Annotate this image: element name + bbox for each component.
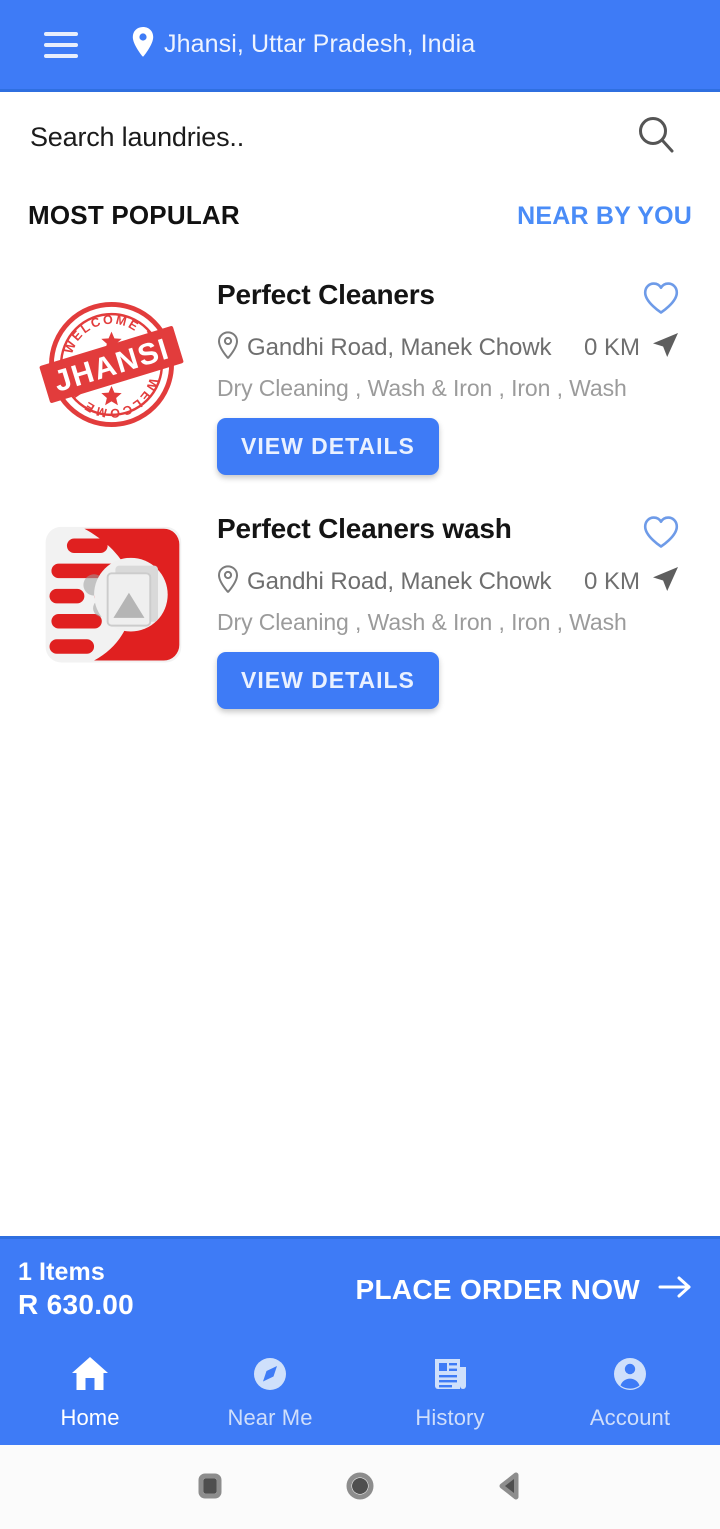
list-item[interactable]: Perfect Cleaners wash Gandhi Road, Manek… — [0, 513, 720, 709]
list-item-body: Perfect Cleaners Gandhi Road, Manek Chow… — [189, 279, 694, 475]
search-bar[interactable] — [0, 92, 720, 182]
newspaper-icon — [430, 1355, 470, 1398]
list-item[interactable]: WELCOME TO WELCOME TO JHANSI — [0, 279, 720, 475]
square-recents-button[interactable] — [195, 1468, 225, 1507]
laundry-name: Perfect Cleaners wash — [217, 513, 512, 544]
circle-home-button[interactable] — [345, 1468, 375, 1507]
list-item-title-row: Perfect Cleaners wash — [217, 513, 694, 554]
home-icon — [70, 1355, 110, 1398]
map-pin-icon — [132, 27, 154, 62]
compass-icon — [250, 1355, 290, 1398]
view-details-button[interactable]: VIEW DETAILS — [217, 418, 439, 475]
distance-group: 0 KM — [584, 330, 680, 365]
app-screen: Jhansi, Uttar Pradesh, India MOST POPULA… — [0, 0, 720, 1529]
place-order-label: PLACE ORDER NOW — [355, 1273, 640, 1305]
location-selector[interactable]: Jhansi, Uttar Pradesh, India — [132, 27, 475, 62]
section-title-most-popular: MOST POPULAR — [28, 200, 240, 230]
laundry-services: Dry Cleaning , Wash & Iron , Iron , Wash — [217, 375, 627, 401]
place-order-button[interactable]: PLACE ORDER NOW — [356, 1274, 695, 1306]
nav-label-history: History — [415, 1404, 485, 1430]
laundry-logo-jhansi-stamp: WELCOME TO WELCOME TO JHANSI — [34, 287, 189, 442]
nav-item-home[interactable]: Home — [0, 1355, 180, 1431]
laundry-distance: 0 KM — [583, 567, 640, 595]
navigation-arrow-icon[interactable] — [650, 330, 680, 365]
arrow-right-icon — [658, 1274, 694, 1305]
person-icon — [610, 1355, 650, 1398]
nav-label-near-me: Near Me — [227, 1404, 313, 1430]
list-item-body: Perfect Cleaners wash Gandhi Road, Manek… — [189, 513, 694, 709]
nav-item-account[interactable]: Account — [540, 1355, 720, 1431]
cart-total-amount: R 630.00 — [18, 1288, 135, 1320]
triangle-back-button[interactable] — [495, 1468, 525, 1507]
map-pin-outline-icon — [217, 331, 239, 364]
laundry-distance: 0 KM — [583, 333, 640, 361]
laundry-logo-red-motion — [34, 521, 189, 676]
distance-group: 0 KM — [584, 564, 680, 599]
search-icon[interactable] — [634, 113, 678, 162]
nav-label-home: Home — [60, 1404, 120, 1430]
android-system-bar — [0, 1445, 720, 1529]
laundry-services: Dry Cleaning , Wash & Iron , Iron , Wash — [217, 609, 627, 635]
nav-item-near-me[interactable]: Near Me — [180, 1355, 360, 1431]
location-label: Jhansi, Uttar Pradesh, India — [164, 30, 476, 58]
laundry-address: Gandhi Road, Manek Chowk — [247, 333, 552, 361]
section-header: MOST POPULAR NEAR BY YOU — [0, 182, 720, 231]
search-input[interactable] — [30, 121, 634, 153]
laundry-list: WELCOME TO WELCOME TO JHANSI — [0, 231, 720, 1236]
cart-item-count: 1 Items — [18, 1258, 105, 1287]
section-link-near-by-you[interactable]: NEAR BY YOU — [517, 202, 692, 231]
laundry-name: Perfect Cleaners — [217, 279, 435, 310]
navigation-arrow-icon[interactable] — [650, 564, 680, 599]
nav-label-account: Account — [589, 1404, 671, 1430]
cart-summary: 1 Items R 630.00 — [18, 1257, 134, 1322]
bottom-navigation: Home Near Me History Account — [0, 1340, 720, 1445]
view-details-button[interactable]: VIEW DETAILS — [217, 652, 439, 709]
heart-outline-icon[interactable] — [642, 281, 680, 320]
laundry-address: Gandhi Road, Manek Chowk — [247, 567, 552, 595]
hamburger-menu-icon[interactable] — [44, 31, 78, 58]
list-item-title-row: Perfect Cleaners — [217, 279, 694, 320]
address-row: Gandhi Road, Manek Chowk 0 KM — [217, 564, 694, 599]
nav-item-history[interactable]: History — [360, 1355, 540, 1431]
place-order-bar[interactable]: 1 Items R 630.00 PLACE ORDER NOW — [0, 1236, 720, 1340]
app-bar: Jhansi, Uttar Pradesh, India — [0, 0, 720, 89]
address-row: Gandhi Road, Manek Chowk 0 KM — [217, 330, 694, 365]
heart-outline-icon[interactable] — [642, 515, 680, 554]
map-pin-outline-icon — [217, 565, 239, 598]
